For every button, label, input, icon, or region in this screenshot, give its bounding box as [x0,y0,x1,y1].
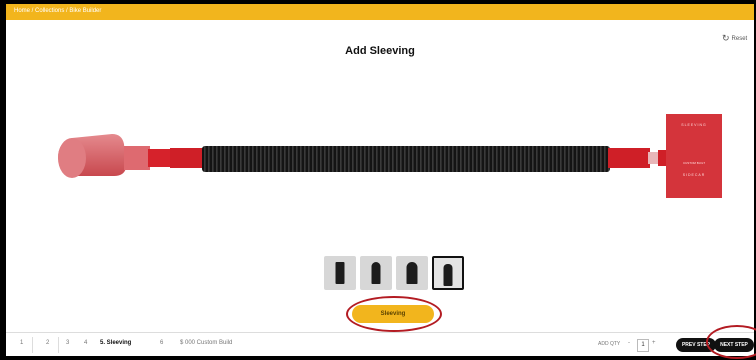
step-divider [58,337,59,353]
sleeve-option-3[interactable] [396,256,428,290]
quantity-plus[interactable]: + [652,340,656,346]
product-preview: SLEEVING CUSTOM BUILT SIDECAR [58,114,722,198]
cable-collar-left [170,148,204,168]
sleeve-option-1[interactable] [324,256,356,290]
step-5-sleeving[interactable]: 5. Sleeving [100,340,131,346]
head-label-top: SLEEVING [681,123,707,127]
reset-label: Reset [731,36,748,42]
cable-boot [58,134,172,178]
step-2[interactable]: 2 [46,340,49,346]
step-6[interactable]: 6 [160,340,163,346]
top-bar: Home / Collections / Bike Builder [6,4,754,20]
sleeve-option-4[interactable] [432,256,464,290]
app-frame: Home / Collections / Bike Builder Add Sl… [6,4,754,356]
step-3[interactable]: 3 [66,340,69,346]
breadcrumb[interactable]: Home / Collections / Bike Builder [14,8,101,14]
step-1[interactable]: 1 [20,340,23,346]
sleeving-braid [202,146,610,172]
reset-button[interactable]: ↻ Reset [722,33,747,44]
quantity-label: ADD QTY [598,341,621,347]
bottom-bar: 1 2 3 4 5. Sleeving 6 $ 000 Custom Build… [6,332,754,356]
quantity-stepper[interactable]: - 1 + [628,339,664,352]
annotation-circle-sleeving [346,296,442,332]
head-label-bottom: SIDECAR [683,173,706,177]
step-4[interactable]: 4 [84,340,87,346]
quantity-value[interactable]: 1 [637,339,649,352]
reset-icon: ↻ [722,33,730,43]
quantity-minus[interactable]: - [628,340,630,346]
connector-head: SLEEVING CUSTOM BUILT SIDECAR [666,114,722,198]
step-divider [32,337,33,353]
head-label-mid: CUSTOM BUILT [683,161,705,165]
page-title: Add Sleeving [345,45,415,57]
cable-collar-right [608,148,650,168]
build-total: $ 000 Custom Build [180,340,233,346]
sleeve-option-2[interactable] [360,256,392,290]
